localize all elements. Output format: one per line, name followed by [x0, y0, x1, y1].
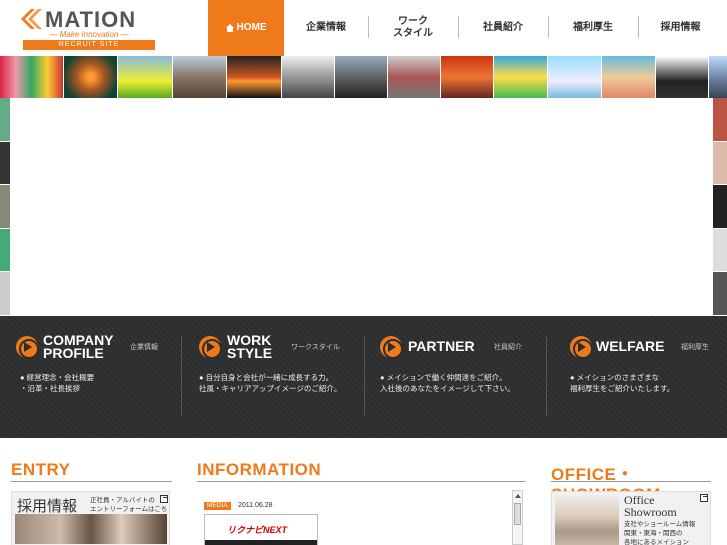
photo-tile [713, 185, 727, 229]
section-work-jp: ワークスタイル [291, 344, 340, 351]
banner-strip [205, 540, 317, 545]
section-links-band: COMPANY PROFILE 企業情報 ● 経営理念・会社概要 ・沿革・社長挨… [0, 316, 727, 438]
photo-tile [709, 56, 727, 98]
photo-tile [335, 56, 388, 98]
logo-tagline: ― Make Innovation ― [49, 30, 129, 39]
photo-tile [0, 56, 64, 98]
entry-photo [15, 514, 167, 544]
office-card-text: 支社やショールーム情報 関東・東海・関西の 各地にあるメイション [624, 521, 696, 545]
home-icon [225, 24, 234, 32]
photo-tile [118, 56, 173, 98]
photo-tile [494, 56, 548, 98]
photo-tile [713, 272, 727, 316]
right-photo-column [713, 98, 727, 316]
media-date: 2011.06.28 [238, 502, 273, 509]
rikunabi-logo: リクナビNEXT [227, 525, 288, 535]
section-welfare-title: WELFARE [596, 338, 665, 354]
photo-tile [227, 56, 282, 98]
photo-tile [282, 56, 335, 98]
nav-home-label: HOME [236, 22, 267, 33]
photo-tile [0, 141, 10, 186]
section-partner[interactable]: PARTNER 社員紹介 ● メイションで働く仲間達をご紹介。 入社後のあなたを… [364, 316, 546, 438]
nav-company[interactable]: 企業情報 [284, 0, 368, 56]
office-underline [551, 481, 711, 482]
left-photo-column [0, 98, 10, 316]
photo-tile [548, 56, 602, 98]
photo-tile [0, 98, 10, 142]
section-work-title: WORK STYLE [227, 332, 273, 361]
page: MATION ― Make Innovation ― RECRUIT SITE … [0, 0, 727, 545]
photo-tile [173, 56, 227, 98]
information-underline [197, 481, 525, 482]
photo-tile [713, 98, 727, 142]
photo-tile [0, 185, 10, 229]
photo-tile [388, 56, 441, 98]
section-work[interactable]: WORK STYLE ワークスタイル ● 自分自身と会社が一緒に成長する力。 社… [182, 316, 364, 438]
photo-tile [713, 141, 727, 186]
section-partner-title: PARTNER [408, 338, 475, 354]
section-welfare-desc: ● メイションのさまざまな 福利厚生をご紹介いたします。 [570, 373, 675, 393]
information-heading: INFORMATION [197, 460, 322, 479]
photo-tile [656, 56, 709, 98]
entry-heading: ENTRY [11, 460, 71, 479]
play-icon [380, 336, 403, 359]
rikunabi-banner[interactable]: リクナビNEXT [204, 514, 318, 545]
office-photo [555, 495, 619, 545]
entry-card[interactable]: 採用情報 正社員・アルバイトの エントリーフォームはこちら [11, 491, 170, 545]
photo-strip [0, 56, 727, 98]
section-company[interactable]: COMPANY PROFILE 企業情報 ● 経営理念・会社概要 ・沿革・社長挨… [0, 316, 182, 438]
logo-site-label: RECRUIT SITE [23, 40, 155, 50]
section-welfare[interactable]: WELFARE 福利厚生 ● メイションのさまざまな 福利厚生をご紹介いたします… [546, 316, 727, 438]
scroll-thumb[interactable] [514, 503, 521, 525]
entry-underline [11, 481, 172, 482]
logo-mark-icon [21, 9, 42, 29]
main-nav: HOME 企業情報 ワーク スタイル 社員紹介 福利厚生 採用情報 [208, 0, 723, 56]
office-card-title: Office Showroom [624, 493, 677, 519]
play-icon [199, 336, 222, 359]
section-work-desc: ● 自分自身と会社が一緒に成長する力。 社風・キャリアアップイメージのご紹介。 [199, 373, 342, 393]
section-partner-jp: 社員紹介 [494, 344, 522, 351]
info-scrollbar[interactable] [512, 490, 523, 545]
nav-staff[interactable]: 社員紹介 [458, 0, 548, 56]
photo-tile [64, 56, 118, 98]
hero-area [10, 98, 713, 316]
nav-workstyle[interactable]: ワーク スタイル [368, 0, 458, 56]
nav-welfare[interactable]: 福利厚生 [548, 0, 638, 56]
photo-tile [602, 56, 656, 98]
photo-tile [713, 228, 727, 273]
logo[interactable]: MATION ― Make Innovation ― RECRUIT SITE [21, 7, 156, 50]
office-card[interactable]: Office Showroom 支社やショールーム情報 関東・東海・関西の 各地… [551, 491, 711, 545]
nav-home[interactable]: HOME [208, 0, 284, 56]
external-link-icon [160, 495, 168, 503]
photo-tile [0, 228, 10, 273]
photo-tile [441, 56, 494, 98]
section-company-title: COMPANY PROFILE [43, 332, 114, 361]
play-icon [16, 336, 39, 359]
scroll-up-icon[interactable] [515, 494, 521, 498]
media-tag: MEDIA [204, 502, 231, 510]
section-company-jp: 企業情報 [130, 344, 158, 351]
section-partner-desc: ● メイションで働く仲間達をご紹介。 入社後のあなたをイメージして下さい。 [380, 373, 515, 393]
play-icon [570, 336, 593, 359]
site-header: MATION ― Make Innovation ― RECRUIT SITE … [0, 0, 727, 56]
nav-recruit[interactable]: 採用情報 [638, 0, 723, 56]
section-welfare-jp: 福利厚生 [681, 344, 709, 351]
section-company-desc: ● 経営理念・会社概要 ・沿革・社長挨拶 [20, 373, 95, 393]
external-link-icon [700, 494, 708, 502]
photo-tile [0, 272, 10, 316]
entry-card-title: 採用情報 [17, 498, 78, 515]
